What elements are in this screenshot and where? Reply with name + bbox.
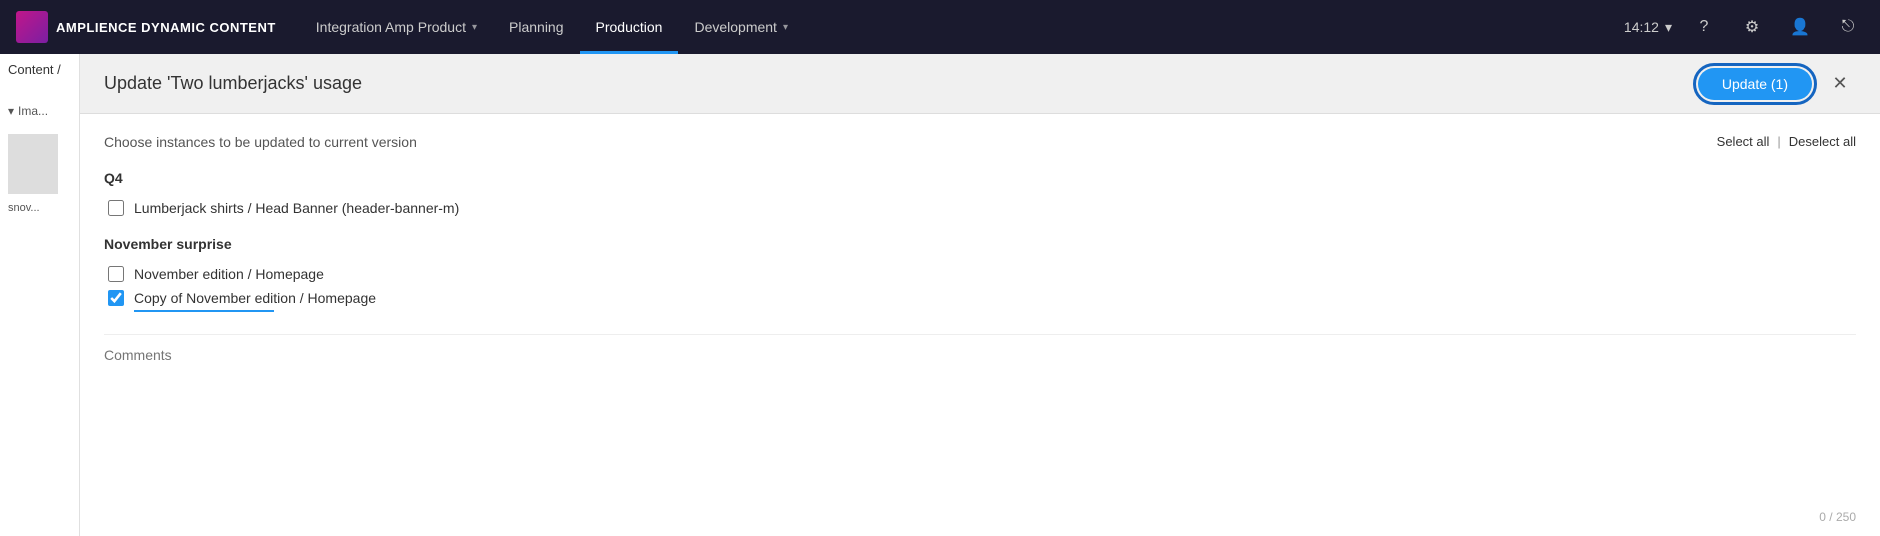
snow-label: snov...: [8, 202, 40, 214]
user-icon[interactable]: 👤: [1784, 11, 1816, 43]
group-label-q4: Q4: [104, 170, 1856, 186]
underline-indicator: [134, 310, 274, 312]
comments-section: [104, 334, 1856, 367]
nav-items: Integration Amp Product ▾ Planning Produ…: [300, 0, 1624, 54]
thumbnail-area: [8, 134, 58, 194]
checkbox-copy-november[interactable]: [108, 290, 124, 306]
help-icon[interactable]: ?: [1688, 11, 1720, 43]
chevron-down-icon: ▾: [1665, 19, 1672, 36]
brand-name: AMPLIENCE DYNAMIC CONTENT: [56, 20, 276, 35]
dialog-title: Update 'Two lumberjacks' usage: [104, 73, 362, 94]
chevron-down-icon: ▾: [8, 104, 14, 118]
select-all-link[interactable]: Select all: [1717, 134, 1770, 149]
nav-integration[interactable]: Integration Amp Product ▾: [300, 0, 493, 54]
bg-sidebar: Content / ▾ Ima... snov...: [0, 54, 80, 536]
checkbox-november-edition[interactable]: [108, 266, 124, 282]
settings-icon[interactable]: ⚙: [1736, 11, 1768, 43]
nav-production[interactable]: Production: [580, 0, 679, 54]
group-label-november: November surprise: [104, 236, 1856, 252]
list-item: Copy of November edition / Homepage: [108, 286, 1856, 310]
comments-input[interactable]: [104, 343, 1856, 367]
update-button[interactable]: Update (1): [1698, 68, 1812, 100]
checkbox-lumberjack[interactable]: [108, 200, 124, 216]
deselect-all-link[interactable]: Deselect all: [1789, 134, 1856, 149]
list-item: Lumberjack shirts / Head Banner (header-…: [108, 196, 1856, 220]
update-usage-dialog: Update 'Two lumberjacks' usage Update (1…: [80, 54, 1880, 536]
nav-development[interactable]: Development ▾: [678, 0, 804, 54]
nav-right-area: 14:12 ▾ ? ⚙ 👤 ⎋: [1624, 11, 1880, 43]
checkbox-label-november-edition: November edition / Homepage: [134, 266, 324, 282]
separator: |: [1777, 134, 1780, 149]
ima-section: ▾ Ima...: [8, 104, 48, 118]
content-label: Content /: [8, 62, 61, 77]
select-deselect-area: Select all | Deselect all: [1717, 134, 1856, 149]
exit-icon[interactable]: ⎋: [1832, 11, 1864, 43]
page-body: Content / ▾ Ima... snov... Update 'Two l…: [0, 54, 1880, 536]
dialog-subtitle: Choose instances to be updated to curren…: [104, 134, 1856, 150]
chevron-down-icon: ▾: [472, 22, 477, 33]
checkbox-label-lumberjack: Lumberjack shirts / Head Banner (header-…: [134, 200, 459, 216]
dialog-content: Choose instances to be updated to curren…: [80, 114, 1880, 536]
group-november-surprise: November surprise November edition / Hom…: [104, 236, 1856, 310]
dialog-header: Update 'Two lumberjacks' usage Update (1…: [80, 54, 1880, 114]
close-button[interactable]: ✕: [1824, 68, 1856, 100]
brand-logo-icon: [16, 11, 48, 43]
dialog-header-actions: Update (1) ✕: [1698, 68, 1856, 100]
chevron-down-icon: ▾: [783, 22, 788, 33]
top-navigation: AMPLIENCE DYNAMIC CONTENT Integration Am…: [0, 0, 1880, 54]
checkbox-label-copy-november: Copy of November edition / Homepage: [134, 290, 376, 306]
group-q4: Q4 Lumberjack shirts / Head Banner (head…: [104, 170, 1856, 220]
list-item: November edition / Homepage: [108, 262, 1856, 286]
nav-planning[interactable]: Planning: [493, 0, 580, 54]
char-count: 0 / 250: [1819, 510, 1856, 524]
nav-time: 14:12 ▾: [1624, 19, 1672, 36]
brand-logo-area: AMPLIENCE DYNAMIC CONTENT: [16, 11, 276, 43]
